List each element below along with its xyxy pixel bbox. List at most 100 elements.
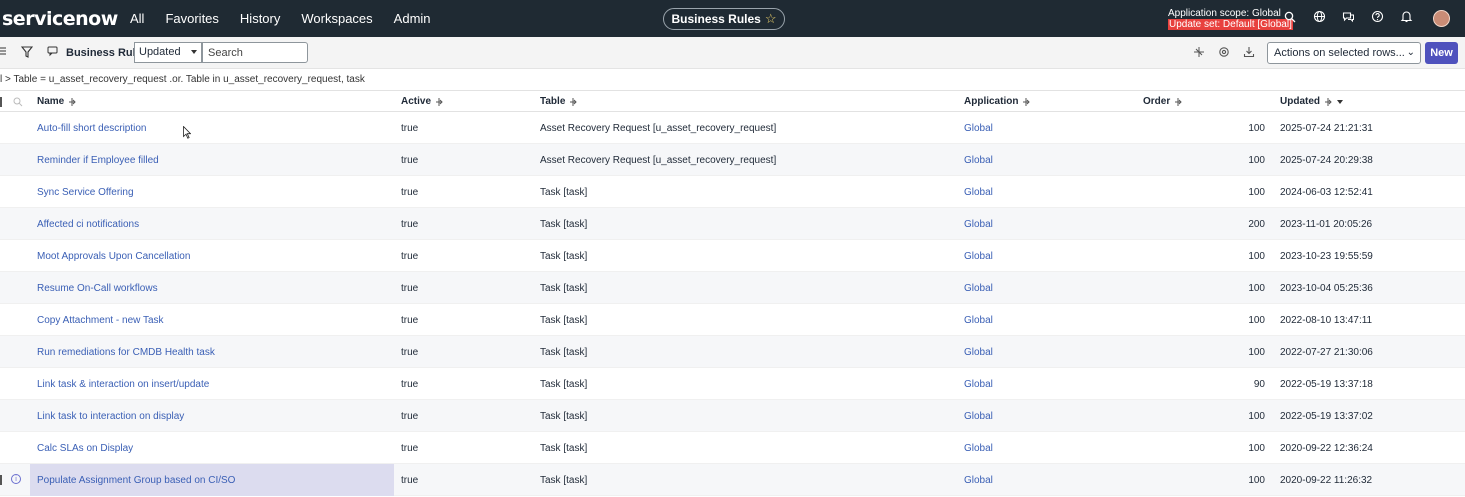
application-link[interactable]: Global [964,475,993,486]
column-order[interactable]: Order [1143,96,1182,107]
row-name-cell: Run remediations for CMDB Health task [30,336,394,368]
column-name[interactable]: Name [37,96,76,107]
table-row[interactable]: Copy Attachment - new Task true Task [ta… [0,304,1465,336]
row-order: 100 [1248,346,1265,358]
row-updated: 2022-05-19 13:37:02 [1280,410,1373,422]
record-link[interactable]: Sync Service Offering [37,187,134,198]
column-menu-icon[interactable] [68,97,76,107]
table-row[interactable]: Reminder if Employee filled true Asset R… [0,144,1465,176]
sort-desc-icon[interactable] [1336,98,1344,106]
row-table: Task [task] [540,250,588,262]
nav-workspaces[interactable]: Workspaces [301,11,372,26]
servicenow-logo[interactable]: servicenow [2,8,120,30]
record-link[interactable]: Run remediations for CMDB Health task [37,347,215,358]
sparkle-icon[interactable] [1193,46,1205,58]
application-link[interactable]: Global [964,443,993,454]
table-row[interactable]: Sync Service Offering true Task [task] G… [0,176,1465,208]
main-menu: All Favorites History Workspaces Admin [130,11,431,26]
nav-all[interactable]: All [130,11,144,26]
globe-icon[interactable] [1313,10,1327,26]
filter-icon[interactable] [21,45,33,59]
help-icon[interactable] [1371,10,1385,26]
application-link[interactable]: Global [964,315,993,326]
column-menu-icon[interactable] [569,97,578,107]
record-link[interactable]: Moot Approvals Upon Cancellation [37,251,190,262]
column-table[interactable]: Table [540,96,578,107]
nav-history[interactable]: History [240,11,280,26]
nav-favorites[interactable]: Favorites [165,11,218,26]
table-row[interactable]: Auto-fill short description true Asset R… [0,112,1465,144]
row-name-cell: Copy Attachment - new Task [30,304,394,336]
row-application-cell: Global [964,400,993,432]
application-link[interactable]: Global [964,411,993,422]
application-link[interactable]: Global [964,187,993,198]
application-link[interactable]: Global [964,155,993,166]
record-link[interactable]: Reminder if Employee filled [37,155,159,166]
record-link[interactable]: Calc SLAs on Display [37,443,133,454]
new-button[interactable]: New [1425,42,1458,64]
column-active[interactable]: Active [401,96,443,107]
table-row[interactable]: Calc SLAs on Display true Task [task] Gl… [0,432,1465,464]
download-icon[interactable] [1243,46,1255,58]
column-application[interactable]: Application [964,96,1031,107]
record-link[interactable]: Auto-fill short description [37,123,147,134]
table-row[interactable]: Link task & interaction on insert/update… [0,368,1465,400]
record-link[interactable]: Link task to interaction on display [37,411,184,422]
table-row[interactable]: Run remediations for CMDB Health task tr… [0,336,1465,368]
row-order: 90 [1253,378,1265,390]
record-link[interactable]: Resume On-Call workflows [37,283,158,294]
column-search-icon[interactable] [13,97,23,107]
hamburger-icon[interactable] [0,46,6,56]
nav-admin[interactable]: Admin [394,11,431,26]
table-row[interactable]: Link task to interaction on display true… [0,400,1465,432]
table-row[interactable]: Moot Approvals Upon Cancellation true Ta… [0,240,1465,272]
record-link[interactable]: Populate Assignment Group based on CI/SO [37,475,235,486]
application-link[interactable]: Global [964,347,993,358]
chat-icon[interactable] [1342,10,1356,26]
table-row[interactable]: Resume On-Call workflows true Task [task… [0,272,1465,304]
comment-icon[interactable] [47,45,59,57]
table-row[interactable]: i Populate Assignment Group based on CI/… [0,464,1465,496]
column-menu-icon[interactable] [1174,97,1182,107]
application-link[interactable]: Global [964,283,993,294]
application-link[interactable]: Global [964,219,993,230]
record-link[interactable]: Link task & interaction on insert/update [37,379,209,390]
row-order: 200 [1248,218,1265,230]
search-input[interactable] [202,42,308,63]
row-active: true [401,218,419,230]
application-scope[interactable]: Application scope: Global Update set: De… [1168,8,1293,30]
context-pill[interactable]: Business Rules ☆ [663,8,785,30]
column-menu-icon[interactable] [435,97,443,107]
table-row[interactable]: Affected ci notifications true Task [tas… [0,208,1465,240]
row-active: true [401,250,419,262]
application-link[interactable]: Global [964,123,993,134]
column-updated-label: Updated [1280,96,1320,107]
gear-icon[interactable] [1218,46,1230,58]
row-application-cell: Global [964,336,993,368]
scope-label: Application scope: Global [1168,8,1281,19]
search-icon[interactable] [1284,10,1298,26]
info-icon[interactable]: i [11,474,21,484]
column-menu-icon[interactable] [1022,97,1031,107]
row-application-cell: Global [964,272,993,304]
select-all-checkbox[interactable] [0,97,2,107]
application-link[interactable]: Global [964,251,993,262]
row-checkbox[interactable] [0,475,2,485]
bell-icon[interactable] [1400,10,1414,26]
row-name-cell: Moot Approvals Upon Cancellation [30,240,394,272]
row-active: true [401,474,419,486]
avatar[interactable] [1433,10,1450,27]
record-link[interactable]: Copy Attachment - new Task [37,315,164,326]
row-updated: 2023-10-04 05:25:36 [1280,282,1373,294]
row-table: Asset Recovery Request [u_asset_recovery… [540,122,777,134]
row-order: 100 [1248,314,1265,326]
record-link[interactable]: Affected ci notifications [37,219,139,230]
application-link[interactable]: Global [964,379,993,390]
search-field-select[interactable]: Updated [134,42,202,63]
star-icon[interactable]: ☆ [765,11,777,27]
row-application-cell: Global [964,432,993,464]
column-updated[interactable]: Updated [1280,96,1344,107]
column-menu-icon[interactable] [1324,97,1332,107]
filter-breadcrumb[interactable]: l > Table = u_asset_recovery_request .or… [0,69,1465,90]
actions-select[interactable]: Actions on selected rows... ⌄ [1267,42,1421,64]
